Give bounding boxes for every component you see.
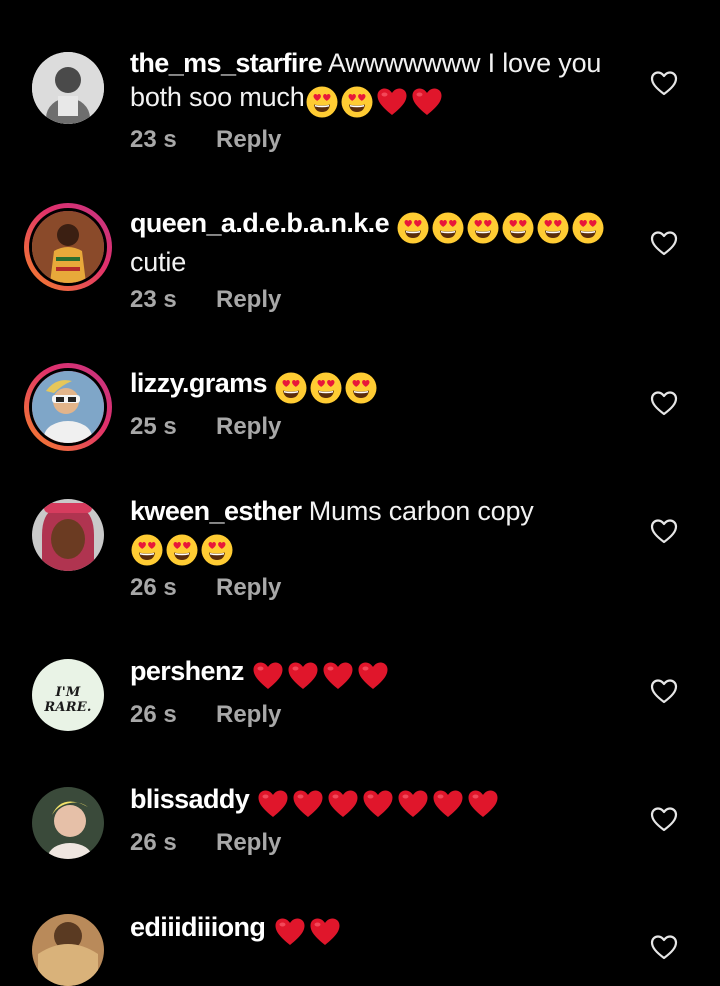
like-heart-icon[interactable] [650,230,678,256]
comment-text: blissaddy [130,782,630,821]
avatar[interactable] [32,52,104,124]
like-heart-icon[interactable] [650,678,678,704]
like-heart-icon[interactable] [650,806,678,832]
red-heart-emoji-icon [326,787,360,821]
like-heart-icon[interactable] [650,518,678,544]
red-heart-emoji-icon [256,787,290,821]
red-heart-emoji-icon [273,915,307,949]
reply-button[interactable]: Reply [216,574,281,602]
like-heart-icon[interactable] [650,390,678,416]
red-heart-emoji-icon [251,659,285,693]
comment-timestamp: 25 s [130,413,177,440]
reply-button[interactable]: Reply [216,286,281,314]
comment-body: cutie [130,247,187,277]
comment-text: lizzy.grams [130,366,630,405]
avatar[interactable] [24,363,112,451]
heart-eyes-emoji-icon [501,211,535,245]
comment-timestamp: 26 s [130,574,177,601]
heart-eyes-emoji-icon [309,371,343,405]
red-heart-emoji-icon [291,787,325,821]
emoji-row [396,211,606,245]
emoji-row [274,371,379,405]
comment-meta: 25 s Reply [130,413,281,441]
red-heart-emoji-icon [308,915,342,949]
comment-timestamp: 23 s [130,126,177,153]
heart-eyes-emoji-icon [200,533,234,567]
emoji-row [305,85,445,119]
emoji-row [273,915,343,949]
comment-username[interactable]: pershenz [130,656,244,686]
avatar[interactable]: I'M RARE. [32,659,104,731]
heart-eyes-emoji-icon [165,533,199,567]
red-heart-emoji-icon [375,85,409,119]
heart-eyes-emoji-icon [466,211,500,245]
reply-button[interactable]: Reply [216,701,281,729]
comment-text: pershenz [130,654,630,693]
red-heart-emoji-icon [466,787,500,821]
heart-eyes-emoji-icon [344,371,378,405]
reply-button[interactable]: Reply [216,126,281,154]
heart-eyes-emoji-icon [571,211,605,245]
comment-timestamp: 23 s [130,286,177,313]
comment-username[interactable]: lizzy.grams [130,368,268,398]
comment-text: the_ms_starfire Awwwwwww I love you both… [130,46,630,119]
comment-timestamp: 26 s [130,701,177,728]
comment-meta: 26 s Reply [130,829,281,857]
avatar[interactable] [32,914,104,986]
red-heart-emoji-icon [410,85,444,119]
comment-meta: 26 s Reply [130,574,281,602]
heart-eyes-emoji-icon [431,211,465,245]
heart-eyes-emoji-icon [305,85,339,119]
avatar-text: I'M RARE. [44,685,92,715]
avatar[interactable] [32,499,104,571]
red-heart-emoji-icon [361,787,395,821]
red-heart-emoji-icon [286,659,320,693]
comment-meta: 23 s Reply [130,126,281,154]
comment-body: Mums carbon copy [308,496,534,526]
comment-username[interactable]: blissaddy [130,784,250,814]
emoji-row [130,533,235,567]
red-heart-emoji-icon [321,659,355,693]
heart-eyes-emoji-icon [536,211,570,245]
like-heart-icon[interactable] [650,70,678,96]
comment-username[interactable]: queen_a.d.e.b.a.n.k.e [130,208,390,238]
comment-timestamp: 26 s [130,829,177,856]
comment-text: queen_a.d.e.b.a.n.k.e cutie [130,206,630,279]
red-heart-emoji-icon [396,787,430,821]
emoji-row [256,787,501,821]
comment-username[interactable]: kween_esther [130,496,302,526]
heart-eyes-emoji-icon [130,533,164,567]
like-heart-icon[interactable] [650,934,678,960]
reply-button[interactable]: Reply [216,413,281,441]
comment-username[interactable]: ediiidiiiong [130,912,266,942]
emoji-row [251,659,391,693]
comment-meta: 26 s Reply [130,701,281,729]
red-heart-emoji-icon [431,787,465,821]
comment-text: ediiidiiiong [130,910,630,949]
avatar[interactable] [32,787,104,859]
heart-eyes-emoji-icon [340,85,374,119]
avatar[interactable] [24,203,112,291]
heart-eyes-emoji-icon [274,371,308,405]
comment-text: kween_esther Mums carbon copy [130,494,630,567]
heart-eyes-emoji-icon [396,211,430,245]
comment-meta: 23 s Reply [130,286,281,314]
comment-username[interactable]: the_ms_starfire [130,48,323,78]
reply-button[interactable]: Reply [216,829,281,857]
red-heart-emoji-icon [356,659,390,693]
